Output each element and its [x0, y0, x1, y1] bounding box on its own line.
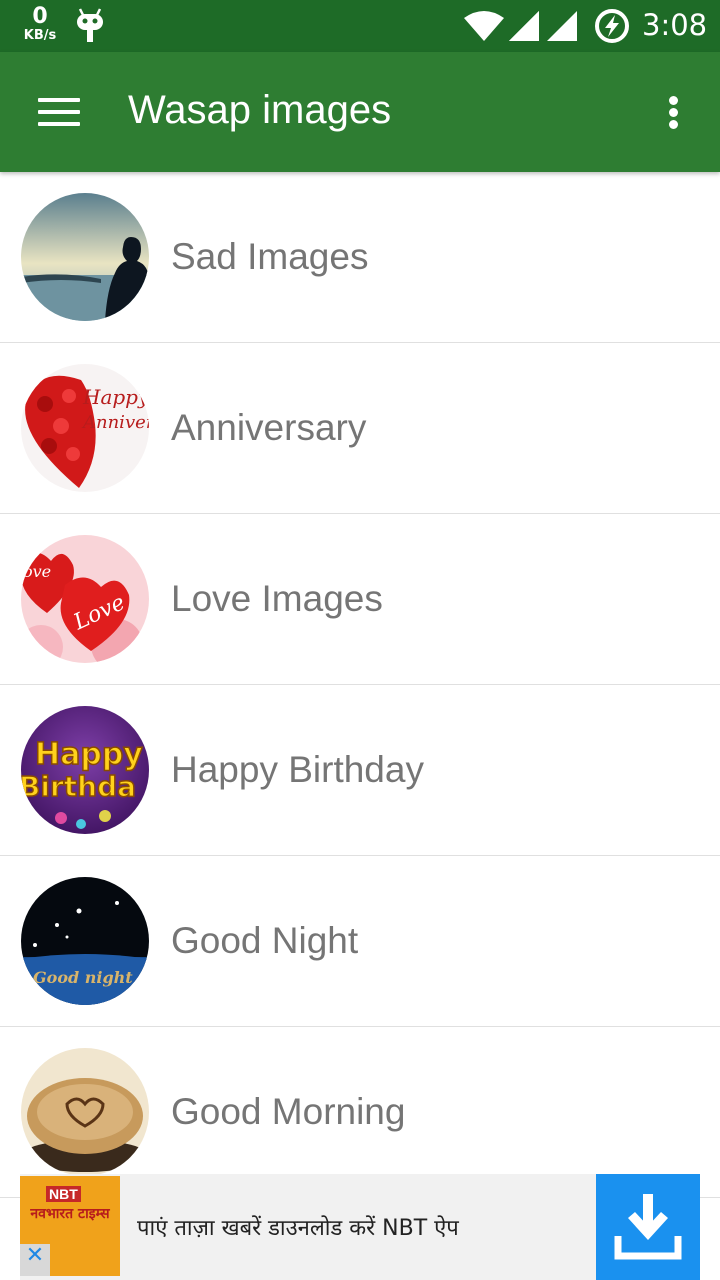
category-list: Sad Images Happy Anniver Anniversary ove…	[0, 172, 720, 1198]
wifi-icon	[464, 11, 504, 41]
network-speed-value: 0	[32, 4, 48, 29]
list-item-good-morning[interactable]: Good Morning	[0, 1027, 720, 1198]
navigation-menu-button[interactable]	[30, 90, 86, 134]
list-item-label: Good Morning	[171, 1091, 406, 1132]
svg-text:Good night: Good night	[33, 968, 133, 987]
svg-text:ove: ove	[23, 562, 51, 581]
download-icon	[614, 1194, 682, 1260]
hamburger-line	[38, 98, 80, 102]
cell-signal-icon	[509, 11, 539, 41]
sad-image-thumbnail	[21, 193, 149, 321]
anniversary-thumbnail: Happy Anniver	[21, 364, 149, 492]
network-speed-indicator: 0 KB/s	[20, 4, 60, 43]
list-item-label: Good Night	[171, 920, 359, 961]
hamburger-line	[38, 110, 80, 114]
battery-charging-icon	[595, 9, 629, 43]
love-thumbnail: ove Love	[21, 535, 149, 663]
clock: 3:08	[642, 8, 708, 42]
ad-text: पाएं ताज़ा खबरें डाउनलोड करें NBT ऐप	[137, 1216, 459, 1241]
list-item-label: Sad Images	[171, 236, 369, 277]
list-item-good-night[interactable]: Good night Good Night	[0, 856, 720, 1027]
list-item-anniversary[interactable]: Happy Anniver Anniversary	[0, 343, 720, 514]
list-item-happy-birthday[interactable]: Happy Birthda Happy Birthday	[0, 685, 720, 856]
android-notification-icon	[77, 8, 103, 42]
app-title: Wasap images	[128, 88, 392, 132]
overflow-dot	[669, 120, 678, 129]
hamburger-line	[38, 122, 80, 126]
list-item-label: Anniversary	[171, 407, 367, 448]
ad-banner[interactable]: NBT नवभारत टाइम्स ✕ पाएं ताज़ा खबरें डाउ…	[20, 1174, 700, 1280]
nbt-logo-brand: नवभारत टाइम्स	[30, 1206, 110, 1222]
list-item-sad-images[interactable]: Sad Images	[0, 172, 720, 343]
svg-text:Anniver: Anniver	[81, 412, 149, 433]
overflow-menu-button[interactable]	[654, 88, 694, 136]
status-bar: 0 KB/s 3:08	[0, 0, 720, 52]
svg-text:Happy: Happy	[35, 737, 143, 772]
ad-close-icon[interactable]: ✕	[20, 1244, 50, 1276]
svg-text:Birthda: Birthda	[21, 770, 136, 803]
overflow-dot	[669, 108, 678, 117]
app-bar: Wasap images	[0, 52, 720, 172]
list-item-label: Happy Birthday	[171, 749, 424, 790]
nbt-logo-badge: NBT	[46, 1186, 81, 1202]
birthday-thumbnail: Happy Birthda	[21, 706, 149, 834]
ad-download-button[interactable]	[596, 1174, 700, 1280]
list-item-love-images[interactable]: ove Love Love Images	[0, 514, 720, 685]
good-night-thumbnail: Good night	[21, 877, 149, 1005]
list-item-label: Love Images	[171, 578, 383, 619]
network-speed-unit: KB/s	[23, 28, 57, 43]
svg-text:Happy: Happy	[82, 385, 149, 409]
overflow-dot	[669, 96, 678, 105]
good-morning-thumbnail	[21, 1048, 149, 1176]
cell-signal-icon-2	[547, 11, 577, 41]
